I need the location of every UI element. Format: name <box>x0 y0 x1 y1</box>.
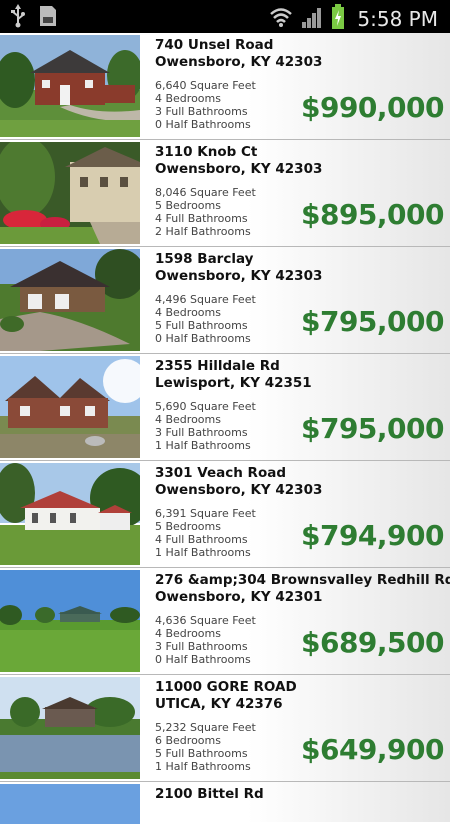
listing-photo <box>0 35 140 137</box>
listing-photo <box>0 677 140 779</box>
listing-half-baths: 2 Half Bathrooms <box>155 225 251 238</box>
listing-photo <box>0 463 140 565</box>
listing-bedrooms: 4 Bedrooms <box>155 413 221 426</box>
listing-half-baths: 0 Half Bathrooms <box>155 332 251 345</box>
listing-sqft: 4,636 Square Feet <box>155 614 256 627</box>
sd-card-icon <box>38 4 58 32</box>
listing-address-line1: 740 Unsel Road <box>155 37 274 53</box>
listing-row[interactable]: 3110 Knob Ct Owensboro, KY 42303 8,046 S… <box>0 140 450 247</box>
listing-price: $990,000 <box>300 91 445 124</box>
listing-row[interactable]: 740 Unsel Road Owensboro, KY 42303 6,640… <box>0 33 450 140</box>
listing-row[interactable]: 1598 Barclay Owensboro, KY 42303 4,496 S… <box>0 247 450 354</box>
listing-photo <box>0 142 140 244</box>
listing-address-line2: UTICA, KY 42376 <box>155 696 283 712</box>
listing-row[interactable]: 2100 Bittel Rd <box>0 782 450 824</box>
listing-photo <box>0 570 140 672</box>
listing-photo <box>0 249 140 351</box>
listing-price: $689,500 <box>300 626 445 659</box>
listing-bedrooms: 6 Bedrooms <box>155 734 221 747</box>
listing-sqft: 5,690 Square Feet <box>155 400 256 413</box>
listing-photo <box>0 784 140 824</box>
listing-price: $895,000 <box>300 198 445 231</box>
listing-full-baths: 5 Full Bathrooms <box>155 747 248 760</box>
listing-half-baths: 1 Half Bathrooms <box>155 546 251 559</box>
listing-sqft: 6,391 Square Feet <box>155 507 256 520</box>
listing-bedrooms: 4 Bedrooms <box>155 92 221 105</box>
listing-full-baths: 4 Full Bathrooms <box>155 533 248 546</box>
usb-icon <box>10 4 26 32</box>
listing-address-line2: Owensboro, KY 42301 <box>155 589 323 605</box>
listing-price: $649,900 <box>300 733 445 766</box>
listing-address-line1: 276 &amp;304 Brownsvalley Redhill Rd <box>155 572 450 588</box>
listing-bedrooms: 5 Bedrooms <box>155 199 221 212</box>
battery-charging-icon <box>331 4 345 34</box>
listing-sqft: 4,496 Square Feet <box>155 293 256 306</box>
listing-row[interactable]: 2355 Hilldale Rd Lewisport, KY 42351 5,6… <box>0 354 450 461</box>
listing-price: $795,000 <box>300 305 445 338</box>
listing-row[interactable]: 11000 GORE ROAD UTICA, KY 42376 5,232 Sq… <box>0 675 450 782</box>
listing-bedrooms: 4 Bedrooms <box>155 306 221 319</box>
listing-address-line1: 2355 Hilldale Rd <box>155 358 280 374</box>
listing-sqft: 5,232 Square Feet <box>155 721 256 734</box>
listing-address-line1: 3301 Veach Road <box>155 465 287 481</box>
listing-list: 740 Unsel Road Owensboro, KY 42303 6,640… <box>0 33 450 824</box>
listing-address-line2: Owensboro, KY 42303 <box>155 482 323 498</box>
listing-full-baths: 4 Full Bathrooms <box>155 212 248 225</box>
listing-bedrooms: 5 Bedrooms <box>155 520 221 533</box>
listing-full-baths: 5 Full Bathrooms <box>155 319 248 332</box>
listing-address-line2: Owensboro, KY 42303 <box>155 161 323 177</box>
listing-half-baths: 0 Half Bathrooms <box>155 118 251 131</box>
listing-full-baths: 3 Full Bathrooms <box>155 640 248 653</box>
listing-address-line2: Owensboro, KY 42303 <box>155 54 323 70</box>
listing-half-baths: 0 Half Bathrooms <box>155 653 251 666</box>
status-bar: 5:58 PM <box>0 0 450 33</box>
listing-address-line2: Lewisport, KY 42351 <box>155 375 312 391</box>
listing-row[interactable]: 276 &amp;304 Brownsvalley Redhill Rd Owe… <box>0 568 450 675</box>
listing-price: $794,900 <box>300 519 445 552</box>
listing-half-baths: 1 Half Bathrooms <box>155 439 251 452</box>
wifi-icon <box>269 5 293 33</box>
listing-row[interactable]: 3301 Veach Road Owensboro, KY 42303 6,39… <box>0 461 450 568</box>
listing-address-line1: 1598 Barclay <box>155 251 254 267</box>
listing-sqft: 8,046 Square Feet <box>155 186 256 199</box>
listing-address-line2: Owensboro, KY 42303 <box>155 268 323 284</box>
listing-address-line1: 11000 GORE ROAD <box>155 679 297 695</box>
listing-full-baths: 3 Full Bathrooms <box>155 105 248 118</box>
listing-sqft: 6,640 Square Feet <box>155 79 256 92</box>
listing-full-baths: 3 Full Bathrooms <box>155 426 248 439</box>
signal-icon <box>301 5 323 33</box>
listing-price: $795,000 <box>300 412 445 445</box>
listing-half-baths: 1 Half Bathrooms <box>155 760 251 773</box>
listing-address-line1: 3110 Knob Ct <box>155 144 258 160</box>
clock: 5:58 PM <box>357 7 438 31</box>
listing-bedrooms: 4 Bedrooms <box>155 627 221 640</box>
listing-photo <box>0 356 140 458</box>
